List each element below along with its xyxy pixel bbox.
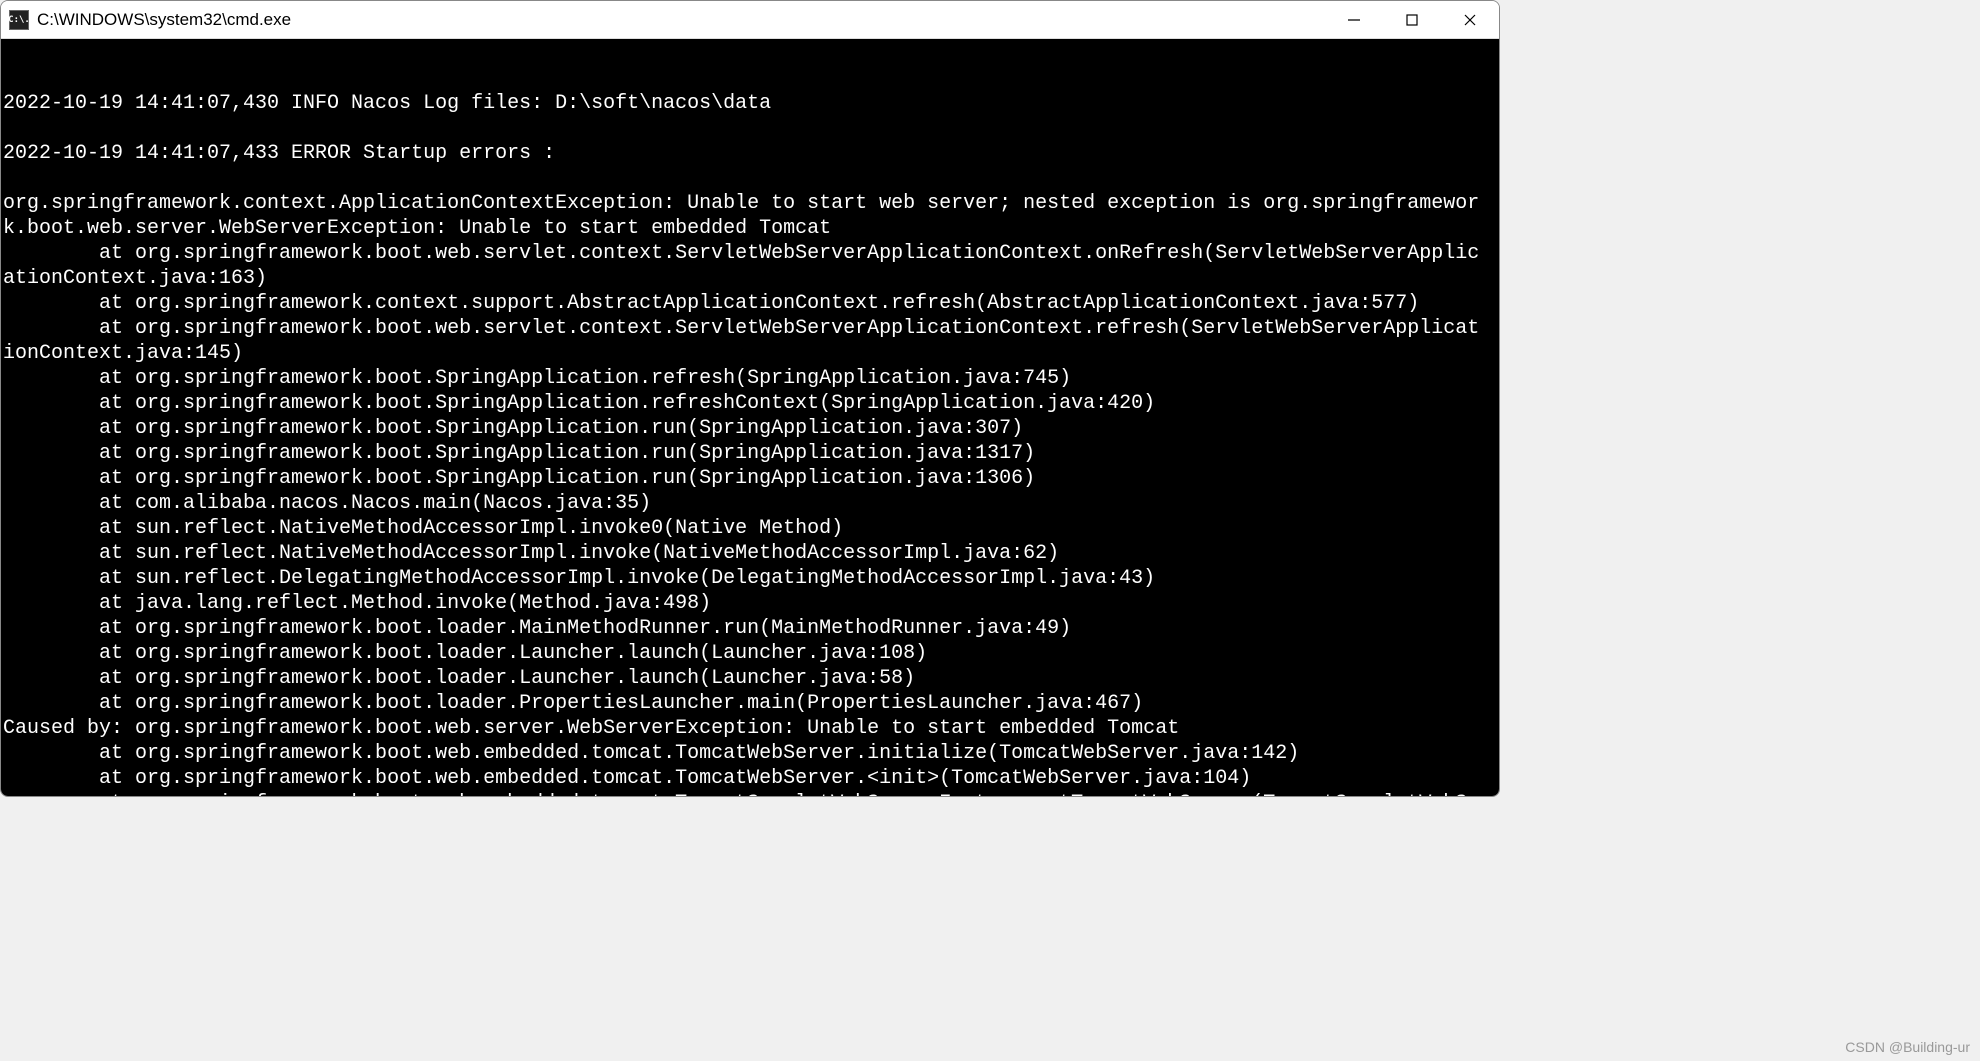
maximize-button[interactable] [1383, 1, 1441, 38]
cmd-icon: C:\. [9, 10, 29, 30]
minimize-button[interactable] [1325, 1, 1383, 38]
window-controls [1325, 1, 1499, 38]
terminal-content: 2022-10-19 14:41:07,430 INFO Nacos Log f… [3, 91, 1499, 796]
window-title: C:\WINDOWS\system32\cmd.exe [37, 10, 1325, 30]
terminal-output[interactable]: 2022-10-19 14:41:07,430 INFO Nacos Log f… [1, 39, 1499, 796]
titlebar[interactable]: C:\. C:\WINDOWS\system32\cmd.exe [1, 1, 1499, 39]
cmd-window: C:\. C:\WINDOWS\system32\cmd.exe 2022-10… [0, 0, 1500, 797]
watermark: CSDN @Building-ur [1845, 1039, 1970, 1055]
minimize-icon [1347, 13, 1361, 27]
maximize-icon [1405, 13, 1419, 27]
close-icon [1463, 13, 1477, 27]
close-button[interactable] [1441, 1, 1499, 38]
